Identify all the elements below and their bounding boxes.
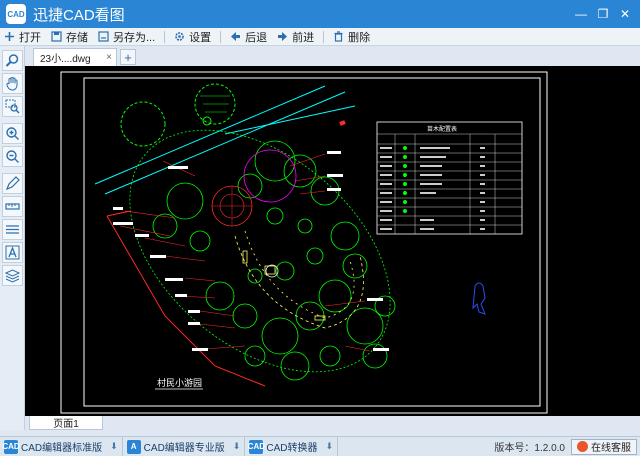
trash-icon — [332, 30, 345, 43]
minimize-button[interactable]: — — [570, 4, 592, 24]
open-button[interactable]: 打开 — [3, 29, 41, 45]
gear-icon — [173, 30, 186, 43]
cad-converter-link[interactable]: CAD CAD转换器 ⬇ — [245, 436, 339, 456]
app-title: 迅捷CAD看图 — [33, 6, 125, 24]
delete-label: 删除 — [348, 31, 371, 44]
tab-document[interactable]: 23小....dwg × — [33, 48, 117, 66]
back-arrow-icon — [229, 30, 242, 43]
plant-legend-table: 苗木配置表 — [376, 121, 523, 235]
service-icon — [577, 441, 588, 452]
drawing-title: 村民小游园 — [157, 377, 202, 389]
stepping-stones — [234, 230, 364, 329]
measure-icon[interactable] — [1, 196, 23, 217]
zoom-out-icon[interactable] — [1, 146, 23, 167]
marker — [339, 120, 346, 126]
app-logo: CAD — [6, 4, 26, 24]
back-button[interactable]: 后退 — [229, 29, 267, 45]
online-service-label: 在线客服 — [591, 443, 631, 454]
close-icon[interactable]: × — [106, 52, 112, 63]
document-tab-strip: 23小....dwg × + — [25, 46, 640, 66]
save-as-label: 另存为... — [113, 31, 156, 44]
download-icon: ⬇ — [110, 441, 118, 451]
layers-icon[interactable] — [1, 219, 23, 240]
site-boundary — [106, 215, 266, 387]
cad-editor-pro-label: CAD编辑器专业版 — [143, 443, 225, 454]
site-boundary — [106, 210, 131, 217]
hand-pan-icon[interactable] — [1, 73, 23, 94]
settings-button[interactable]: 设置 — [173, 29, 211, 45]
title-bar: CAD 迅捷CAD看图 — ❐ ✕ — [0, 0, 640, 28]
forward-button[interactable]: 前进 — [276, 29, 314, 45]
cad-converter-label: CAD转换器 — [266, 443, 318, 454]
new-tab-button[interactable]: + — [120, 49, 136, 65]
cad-editor-standard-label: CAD编辑器标准版 — [21, 443, 103, 454]
tab-layout-page1[interactable]: 页面1 — [29, 416, 103, 430]
planting-area — [129, 129, 396, 381]
toolbar-separator — [323, 30, 325, 43]
drawing-canvas[interactable]: 村民小游园 苗木配置表 — [25, 66, 640, 416]
version-text: 版本号：1.2.0.0 — [494, 443, 565, 454]
settings-label: 设置 — [189, 31, 212, 44]
tree-hatch — [200, 95, 230, 113]
cad-logo-icon: CAD — [2, 439, 20, 454]
save-label: 存储 — [66, 31, 88, 44]
download-icon: ⬇ — [325, 441, 334, 451]
cad-drawing: 村民小游园 苗木配置表 — [60, 71, 548, 414]
close-button[interactable]: ✕ — [614, 4, 636, 24]
forward-label: 前进 — [292, 31, 315, 44]
cad-editor-standard-link[interactable]: CAD CAD编辑器标准版 ⬇ — [0, 436, 123, 456]
legend-title: 苗木配置表 — [427, 125, 457, 133]
zoom-window-icon[interactable] — [1, 96, 23, 117]
save-button[interactable]: 存储 — [50, 29, 88, 45]
main-toolbar: 打开 存储 另存为... 设置 后退 前进 删除 — [0, 28, 640, 46]
magnifier-icon[interactable] — [1, 50, 23, 71]
road-line — [94, 85, 326, 185]
window-controls: — ❐ ✕ — [570, 4, 636, 24]
layout-tab-strip: 页面1 — [25, 416, 640, 430]
zoom-in-icon[interactable] — [1, 123, 23, 144]
save-as-icon — [97, 30, 110, 43]
online-service-button[interactable]: 在线客服 — [571, 438, 637, 455]
paper-border-inner — [83, 77, 541, 407]
cad-editor-pro-link[interactable]: A CAD编辑器专业版 ⬇ — [123, 436, 246, 456]
stack-icon[interactable] — [1, 265, 23, 286]
plus-icon — [3, 30, 16, 43]
paper-border-outer — [60, 71, 548, 414]
open-label: 打开 — [19, 31, 41, 44]
pen-icon[interactable] — [1, 173, 23, 194]
tab-document-label: 23小....dwg — [40, 54, 91, 65]
forward-arrow-icon — [276, 30, 289, 43]
status-bar: CAD CAD编辑器标准版 ⬇ A CAD编辑器专业版 ⬇ CAD CAD转换器… — [0, 436, 640, 456]
save-as-button[interactable]: 另存为... — [97, 29, 155, 45]
download-icon: ⬇ — [232, 441, 241, 451]
back-label: 后退 — [245, 31, 268, 44]
delete-button[interactable]: 删除 — [332, 29, 370, 45]
north-arrow-figure — [472, 282, 486, 315]
tree-canopy — [120, 101, 166, 147]
text-icon[interactable] — [1, 242, 23, 263]
toolbar-separator — [164, 30, 166, 43]
cad-converter-logo-icon: CAD — [248, 439, 265, 454]
restore-button[interactable]: ❐ — [592, 4, 614, 24]
left-tool-panel — [0, 46, 25, 430]
cad-pro-logo-icon: A — [126, 439, 141, 454]
save-icon — [50, 30, 63, 43]
toolbar-separator — [220, 30, 222, 43]
